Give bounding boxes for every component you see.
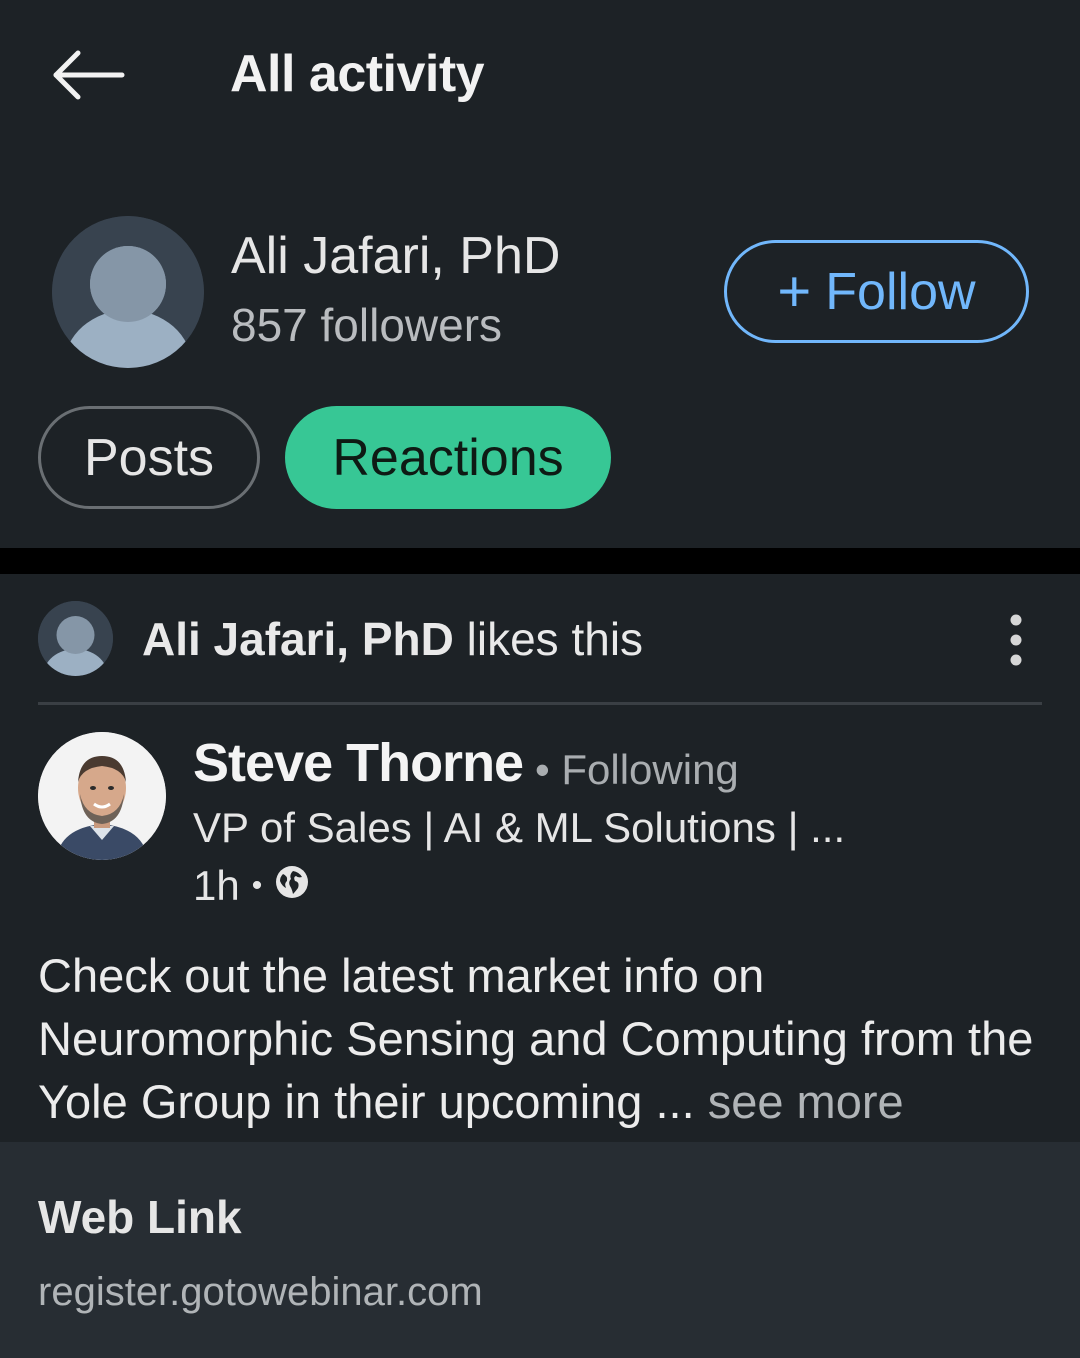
liker-avatar[interactable] [38,601,113,676]
follow-button[interactable]: + Follow [724,240,1029,343]
web-link-title: Web Link [38,1191,242,1243]
meta-separator: • [251,869,263,902]
follower-count: 857 followers [231,299,503,351]
post-meta: 1h • [193,862,310,910]
activity-card: Ali Jafari, PhD likes this Steve Thorne … [0,574,1080,1358]
author-headline: VP of Sales | AI & ML Solutions | ... [193,804,846,851]
author-name[interactable]: Steve Thorne [193,732,524,794]
plus-icon: + [777,258,812,324]
page-title: All activity [230,45,485,103]
liker-name[interactable]: Ali Jafari, PhD [142,613,454,665]
follow-button-label: Follow [825,262,976,321]
globe-icon [274,862,310,910]
profile-name: Ali Jafari, PhD [231,227,561,285]
divider [38,702,1042,705]
back-arrow-icon[interactable] [48,42,128,112]
author-avatar[interactable] [38,732,166,860]
profile-avatar[interactable] [52,216,204,368]
web-link-url: register.gotowebinar.com [38,1270,483,1314]
tab-posts[interactable]: Posts [38,406,260,509]
more-options-icon[interactable] [994,610,1038,670]
activity-action: likes this [466,613,644,665]
tab-reactions[interactable]: Reactions [285,406,611,509]
activity-header: Ali Jafari, PhD likes this [142,612,643,666]
section-divider [0,548,1080,574]
following-status: • Following [535,746,739,793]
page-header: All activity Ali Jafari, PhD 857 followe… [0,0,1080,548]
post-text: Check out the latest market info on Neur… [38,944,1048,1133]
web-link-card[interactable]: Web Link register.gotowebinar.com [0,1142,1080,1358]
post-time: 1h [193,862,240,909]
see-more-link[interactable]: see more [708,1075,904,1128]
